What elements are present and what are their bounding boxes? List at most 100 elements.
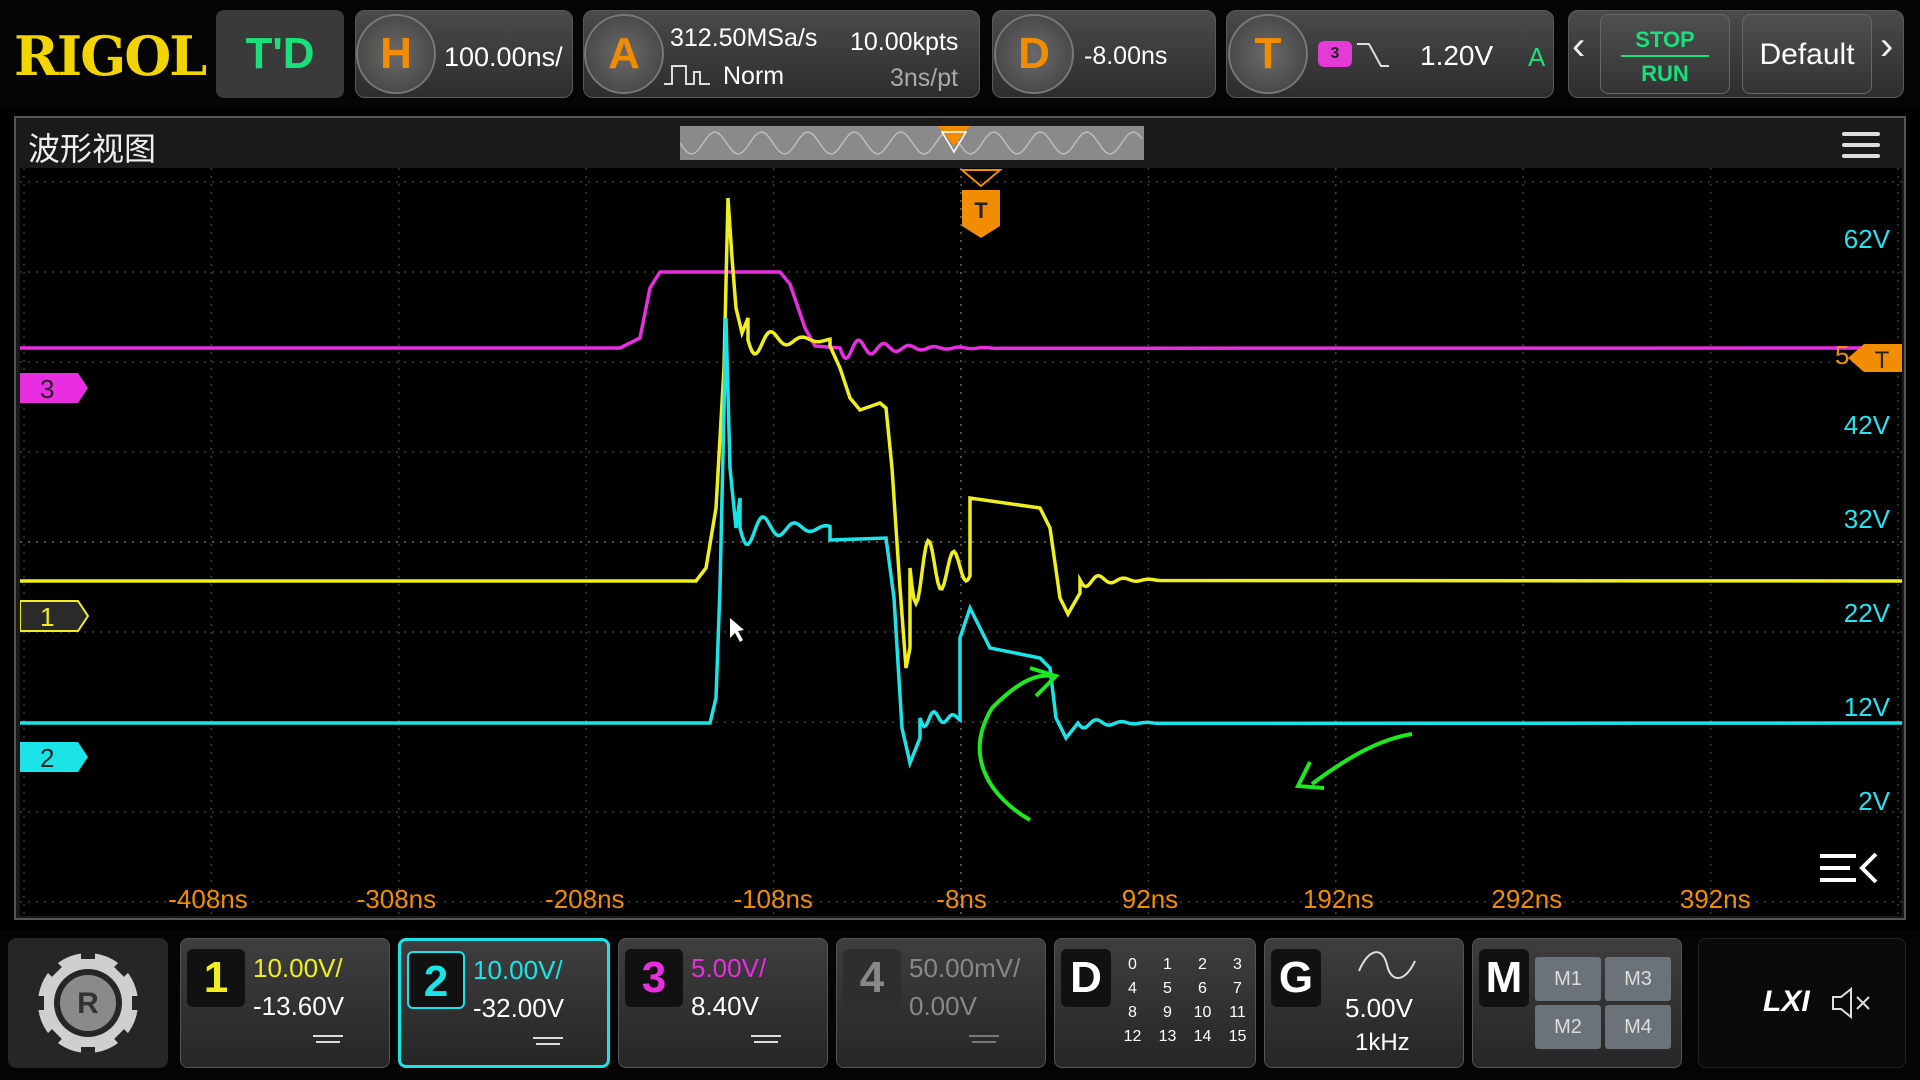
graticule (20, 168, 1902, 916)
ch3-offset: 8.40V (691, 991, 759, 1021)
digital-channel-number: 0 (1128, 956, 1137, 973)
digital-channel-number: 5 (1163, 980, 1172, 997)
dc-coupling-icon (969, 1035, 999, 1047)
digital-channels[interactable]: D 0 1 2 3 4 5 6 7 8 9 10 11 12 13 14 15 (1054, 938, 1256, 1068)
x-axis-label: -308ns (357, 884, 437, 914)
ch2-scale: 10.00V/ (473, 955, 563, 985)
digital-channel-grid: 0 1 2 3 4 5 6 7 8 9 10 11 12 13 14 15 (1115, 953, 1255, 1049)
stop-label: STOP (1635, 27, 1695, 52)
digital-channel-number: 12 (1123, 1028, 1142, 1045)
ch3-marker-label: 3 (40, 374, 54, 404)
chevron-left-icon[interactable]: ‹ (1572, 24, 1585, 69)
run-label: RUN (1641, 61, 1689, 86)
ch4-settings[interactable]: 4 50.00mV/ 0.00V (836, 938, 1046, 1068)
digital-channel-number: 7 (1233, 980, 1242, 997)
memory-overview-strip[interactable] (680, 126, 1144, 160)
math-m4-button[interactable]: M4 (1605, 1005, 1671, 1049)
gear-icon[interactable]: R (8, 938, 168, 1068)
ch1-scale: 10.00V/ (253, 953, 343, 983)
x-axis-label: 192ns (1303, 884, 1374, 914)
delay-button[interactable]: D (994, 14, 1074, 94)
delay-value: -8.00ns (1084, 42, 1168, 70)
y-axis-labels: 62V 42V 32V 22V 12V 2V (1844, 224, 1891, 816)
ch3-scale: 5.00V/ (691, 953, 767, 983)
memory-depth: 10.00kpts (850, 28, 959, 56)
acquire-button[interactable]: A (584, 14, 664, 94)
math-m3-button[interactable]: M3 (1605, 957, 1671, 1001)
top-toolbar: RIGOL T'D H 100.00ns/ A 312.50MSa/s 10.0… (0, 0, 1920, 108)
y-axis-label: 62V (1844, 224, 1891, 254)
math-m2-button[interactable]: M2 (1535, 1005, 1601, 1049)
digital-channel-number: 10 (1193, 1004, 1212, 1021)
y-axis-label: 32V (1844, 504, 1891, 534)
digital-label: D (1061, 949, 1111, 1007)
mouse-cursor-icon (730, 618, 744, 642)
dc-coupling-icon (533, 1037, 563, 1049)
timebase-scale: 100.00ns/ (444, 42, 563, 72)
ch1-ground-marker[interactable]: 1 (20, 600, 90, 632)
x-axis-labels: -408ns -308ns -208ns -108ns -8ns 92ns 192ns 292… (168, 884, 1750, 914)
collapse-panel-icon[interactable] (1820, 852, 1878, 884)
ch1-offset: -13.60V (253, 991, 345, 1021)
x-axis-label: -108ns (733, 884, 813, 914)
acquire-mode-icon (664, 65, 710, 85)
trigger-button[interactable]: T (1228, 14, 1308, 94)
hamburger-menu-icon[interactable] (1842, 132, 1880, 165)
ch3-settings[interactable]: 3 5.00V/ 8.40V (618, 938, 828, 1068)
stop-run-button[interactable]: STOP RUN (1600, 14, 1730, 94)
y-axis-label: 12V (1844, 692, 1891, 722)
speaker-muted-icon[interactable] (1829, 987, 1873, 1019)
trigger-mode: A (1528, 42, 1546, 72)
trigger-source-badge: 3 (1318, 41, 1352, 67)
trigger-level: 1.20V (1420, 40, 1494, 71)
y-axis-label: 42V (1844, 410, 1891, 440)
ch3-ground-marker[interactable]: 3 (20, 373, 88, 404)
x-axis-label: 92ns (1122, 884, 1178, 914)
y-axis-label: 2V (1858, 786, 1890, 816)
math-label: M (1479, 949, 1529, 1007)
generator-settings[interactable]: G 5.00V 1kHz (1264, 938, 1464, 1068)
generator-frequency: 1kHz (1355, 1029, 1410, 1056)
ch4-offset: 0.00V (909, 991, 977, 1021)
digital-channel-number: 14 (1193, 1028, 1212, 1045)
waveform-view[interactable]: 波形视图 T 3 1 2 5 T 62V 42V 32V 22V 12V 2V … (14, 116, 1906, 920)
ch2-settings[interactable]: 2 10.00V/ -32.00V (398, 938, 610, 1068)
annotation-curved-arrow (977, 673, 1053, 822)
lxi-logo: LXI (1763, 985, 1810, 1018)
y-axis-label: 22V (1844, 598, 1891, 628)
ch3-number: 3 (625, 949, 683, 1007)
waveform-grid[interactable]: T 3 1 2 5 T 62V 42V 32V 22V 12V 2V -408ns -308… (20, 168, 1902, 916)
digital-channel-number: 4 (1128, 980, 1137, 997)
status-area: LXI (1698, 938, 1906, 1068)
digital-channel-number: 2 (1198, 956, 1207, 973)
ch4-number: 4 (843, 949, 901, 1007)
ch1-number: 1 (187, 949, 245, 1007)
td-button[interactable]: T'D (216, 10, 344, 98)
ch2-number: 2 (407, 951, 465, 1009)
ch2-ground-marker[interactable]: 2 (20, 742, 88, 773)
bottom-toolbar: R 1 10.00V/ -13.60V 2 10.00V/ -32.00V 3 … (0, 930, 1920, 1080)
ch1-settings[interactable]: 1 10.00V/ -13.60V (180, 938, 390, 1068)
chevron-right-icon[interactable]: › (1880, 24, 1893, 69)
trigger-level-prefix: 5 (1835, 340, 1849, 370)
math-settings[interactable]: M M1 M3 M2 M4 (1472, 938, 1682, 1068)
stop-run-divider (1621, 55, 1709, 57)
trigger-position-marker[interactable]: T (959, 169, 1003, 238)
digital-channel-number: 6 (1198, 980, 1207, 997)
horizontal-button[interactable]: H (356, 14, 436, 94)
rigol-logo: RIGOL (14, 24, 207, 88)
digital-channel-number: 8 (1128, 1004, 1137, 1021)
acquire-mode: Norm (723, 62, 785, 90)
ch2-offset: -32.00V (473, 993, 565, 1023)
ch2-marker-label: 2 (40, 743, 54, 773)
x-axis-label: 292ns (1491, 884, 1562, 914)
trigger-level-marker[interactable]: 5 T (1835, 340, 1902, 374)
x-axis-label: 392ns (1680, 884, 1751, 914)
trigger-marker-label: T (974, 198, 988, 223)
dc-coupling-icon (313, 1035, 343, 1047)
math-m1-button[interactable]: M1 (1535, 957, 1601, 1001)
sample-rate: 312.50MSa/s (670, 24, 818, 52)
digital-channel-number: 3 (1233, 956, 1242, 973)
trigger-level-label: T (1875, 347, 1890, 374)
default-button[interactable]: Default (1742, 14, 1872, 94)
